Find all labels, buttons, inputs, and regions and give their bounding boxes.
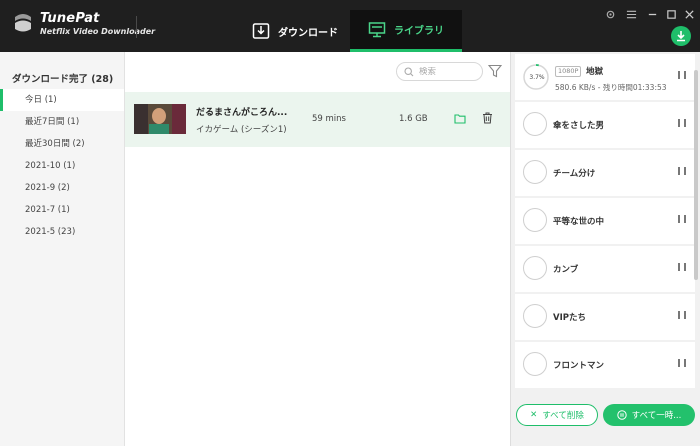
queue-item[interactable]: 傘をさした男 [515,102,695,148]
x-icon: ✕ [530,410,538,420]
download-speed: 580.6 KB/s - 残り時間01:33:53 [555,83,667,92]
pause-icon[interactable] [678,359,686,369]
pause-icon[interactable] [678,263,686,273]
minimize-icon[interactable] [645,7,659,21]
pause-all-button[interactable]: すべて一時... [603,404,695,426]
tab-library-label: ライブラリ [394,26,444,37]
queue-item[interactable]: チーム分け [515,150,695,196]
tab-library[interactable]: ライブラリ [350,10,462,52]
pause-all-label: すべて一時... [631,411,682,421]
pause-icon[interactable] [678,167,686,177]
close-icon[interactable] [682,7,696,21]
search-input[interactable] [419,66,477,77]
queue-item[interactable]: フロントマン [515,342,695,388]
folder-icon[interactable] [454,113,466,124]
progress-circle [523,352,547,376]
divider [136,16,137,38]
queue-item-title: フロントマン [553,361,605,371]
quality-badge: 1080P [555,66,582,77]
monitor-icon [368,21,386,37]
delete-all-label: すべて削除 [542,411,584,421]
app-subtitle: Netflix Video Downloader [40,27,156,36]
queue-item[interactable]: カンブ [515,246,695,292]
video-size: 1.6 GB [399,114,428,124]
progress-circle [523,112,547,136]
queue-item-title: 地獄 [586,67,604,77]
sidebar: ダウンロード完了 (28) 今日 (1) 最近7日間 (1) 最近30日間 (2… [0,52,125,446]
queue-item-title: 平等な世の中 [553,217,605,227]
app-logo-icon [15,14,31,32]
brand: TunePat Netflix Video Downloader [40,11,155,36]
tab-download-label: ダウンロード [278,27,338,39]
filter-icon[interactable] [488,64,502,78]
title-bar: TunePat Netflix Video Downloader ダウンロード … [0,0,700,52]
queue-item-title: VIPたち [553,313,586,323]
sidebar-header: ダウンロード完了 (28) [12,74,114,85]
video-thumbnail [134,104,186,134]
tab-download[interactable]: ダウンロード [240,10,350,52]
download-queue: 3.7% 1080P 地獄 580.6 KB/s - 残り時間01:33:53 … [510,52,700,446]
table-row[interactable]: だるまさんがころん... イカゲーム (シーズン1) 59 mins 1.6 G… [125,92,510,147]
progress-circle [523,208,547,232]
sidebar-item-2021-5[interactable]: 2021-5 (23) [0,221,124,243]
queue-item-title: 傘をさした男 [553,121,605,131]
sidebar-item-last-7-days[interactable]: 最近7日間 (1) [0,111,124,133]
app-name: TunePat [40,11,100,26]
download-status-button[interactable] [671,26,691,46]
sidebar-item-today[interactable]: 今日 (1) [0,89,124,111]
sidebar-item-2021-7[interactable]: 2021-7 (1) [0,199,124,221]
video-series: イカゲーム (シーズン1) [196,125,287,135]
pause-icon[interactable] [678,311,686,321]
pause-icon[interactable] [678,215,686,225]
pause-circle-icon [616,410,627,420]
pause-icon[interactable] [678,119,686,129]
progress-circle [523,160,547,184]
delete-all-button[interactable]: ✕ すべて削除 [516,404,598,426]
gear-icon[interactable] [603,7,617,21]
video-duration: 59 mins [312,114,346,124]
queue-item-title: チーム分け [553,169,596,179]
search-box[interactable] [396,62,483,81]
sidebar-item-last-30-days[interactable]: 最近30日間 (2) [0,133,124,155]
queue-item[interactable]: 平等な世の中 [515,198,695,244]
queue-item-active[interactable]: 3.7% 1080P 地獄 580.6 KB/s - 残り時間01:33:53 [515,54,695,100]
progress-percent: 3.7% [529,74,545,81]
video-title: だるまさんがころん... [196,108,288,118]
queue-item[interactable]: VIPたち [515,294,695,340]
menu-icon[interactable] [624,7,638,21]
download-tray-icon [252,23,270,39]
queue-item-title: カンブ [553,265,579,275]
progress-circle [523,256,547,280]
sidebar-item-2021-9[interactable]: 2021-9 (2) [0,177,124,199]
trash-icon[interactable] [482,112,493,124]
pause-icon[interactable] [678,71,686,81]
maximize-icon[interactable] [664,7,678,21]
search-icon [404,66,414,76]
download-arrow-icon [677,31,685,42]
sidebar-item-2021-10[interactable]: 2021-10 (1) [0,155,124,177]
queue-scrollbar[interactable] [694,70,698,280]
progress-circle [523,304,547,328]
